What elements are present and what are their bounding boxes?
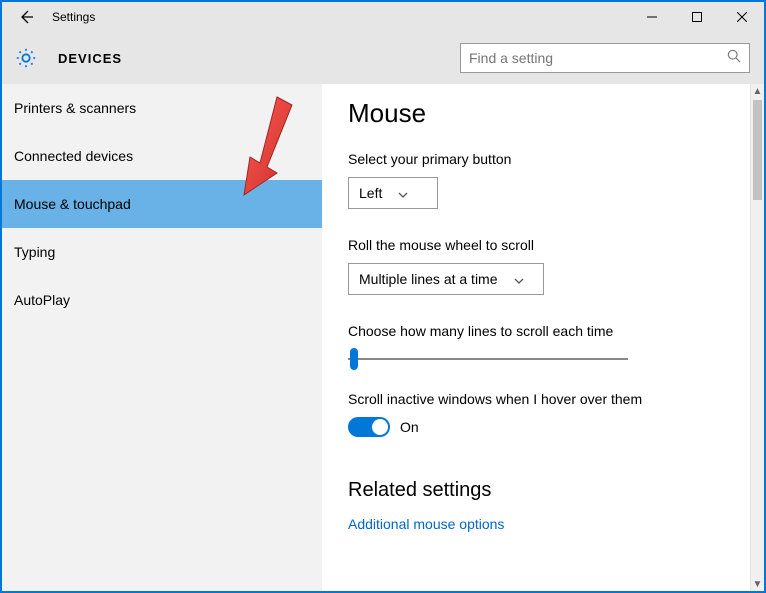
main-panel: Mouse Select your primary button Left Ro… <box>322 84 764 591</box>
select-value: Multiple lines at a time <box>359 271 498 287</box>
maximize-icon <box>692 12 702 22</box>
primary-button-label: Select your primary button <box>348 151 738 167</box>
sidebar-item-label: Printers & scanners <box>14 100 136 116</box>
chevron-down-icon <box>398 185 408 201</box>
select-value: Left <box>359 185 382 201</box>
sidebar-item-connected-devices[interactable]: Connected devices <box>2 132 322 180</box>
toggle-state-text: On <box>400 419 419 435</box>
sidebar-item-label: Connected devices <box>14 148 133 164</box>
gear-icon <box>14 46 38 70</box>
search-input[interactable] <box>469 50 727 66</box>
sidebar-item-mouse-touchpad[interactable]: Mouse & touchpad <box>2 180 322 228</box>
sidebar: Printers & scanners Connected devices Mo… <box>2 84 322 591</box>
hover-scroll-label: Scroll inactive windows when I hover ove… <box>348 391 738 407</box>
toggle-knob <box>372 419 388 435</box>
sidebar-item-typing[interactable]: Typing <box>2 228 322 276</box>
header-title: DEVICES <box>58 51 122 66</box>
close-icon <box>737 12 747 22</box>
page-heading: Mouse <box>348 98 738 129</box>
scroll-down-button[interactable]: ▼ <box>751 577 764 591</box>
scroll-up-button[interactable]: ▲ <box>751 84 764 98</box>
primary-button-select[interactable]: Left <box>348 177 438 209</box>
maximize-button[interactable] <box>674 2 719 32</box>
scroll-wheel-select[interactable]: Multiple lines at a time <box>348 263 544 295</box>
arrow-left-icon <box>18 9 34 25</box>
scroll-wheel-label: Roll the mouse wheel to scroll <box>348 237 738 253</box>
sidebar-item-label: Typing <box>14 244 55 260</box>
sidebar-item-printers-scanners[interactable]: Printers & scanners <box>2 84 322 132</box>
slider-thumb[interactable] <box>350 348 358 370</box>
hover-scroll-toggle[interactable] <box>348 417 390 437</box>
additional-mouse-options-link[interactable]: Additional mouse options <box>348 516 738 532</box>
slider-track <box>348 358 628 360</box>
vertical-scrollbar[interactable]: ▲ ▼ <box>750 84 764 591</box>
header: DEVICES <box>2 32 764 84</box>
settings-window: Settings DEVICES <box>0 0 766 593</box>
search-icon <box>727 49 741 68</box>
lines-slider[interactable] <box>348 349 628 369</box>
minimize-icon <box>647 12 657 22</box>
sidebar-item-autoplay[interactable]: AutoPlay <box>2 276 322 324</box>
window-controls <box>629 2 764 32</box>
titlebar: Settings <box>2 2 764 32</box>
related-settings-heading: Related settings <box>348 479 738 502</box>
window-title: Settings <box>52 10 95 24</box>
sidebar-item-label: Mouse & touchpad <box>14 196 131 212</box>
body: Printers & scanners Connected devices Mo… <box>2 84 764 591</box>
search-box[interactable] <box>460 43 750 73</box>
chevron-down-icon <box>514 271 524 287</box>
scrollbar-thumb[interactable] <box>753 100 762 200</box>
close-button[interactable] <box>719 2 764 32</box>
back-button[interactable] <box>14 9 38 25</box>
minimize-button[interactable] <box>629 2 674 32</box>
sidebar-item-label: AutoPlay <box>14 292 70 308</box>
lines-slider-label: Choose how many lines to scroll each tim… <box>348 323 738 339</box>
